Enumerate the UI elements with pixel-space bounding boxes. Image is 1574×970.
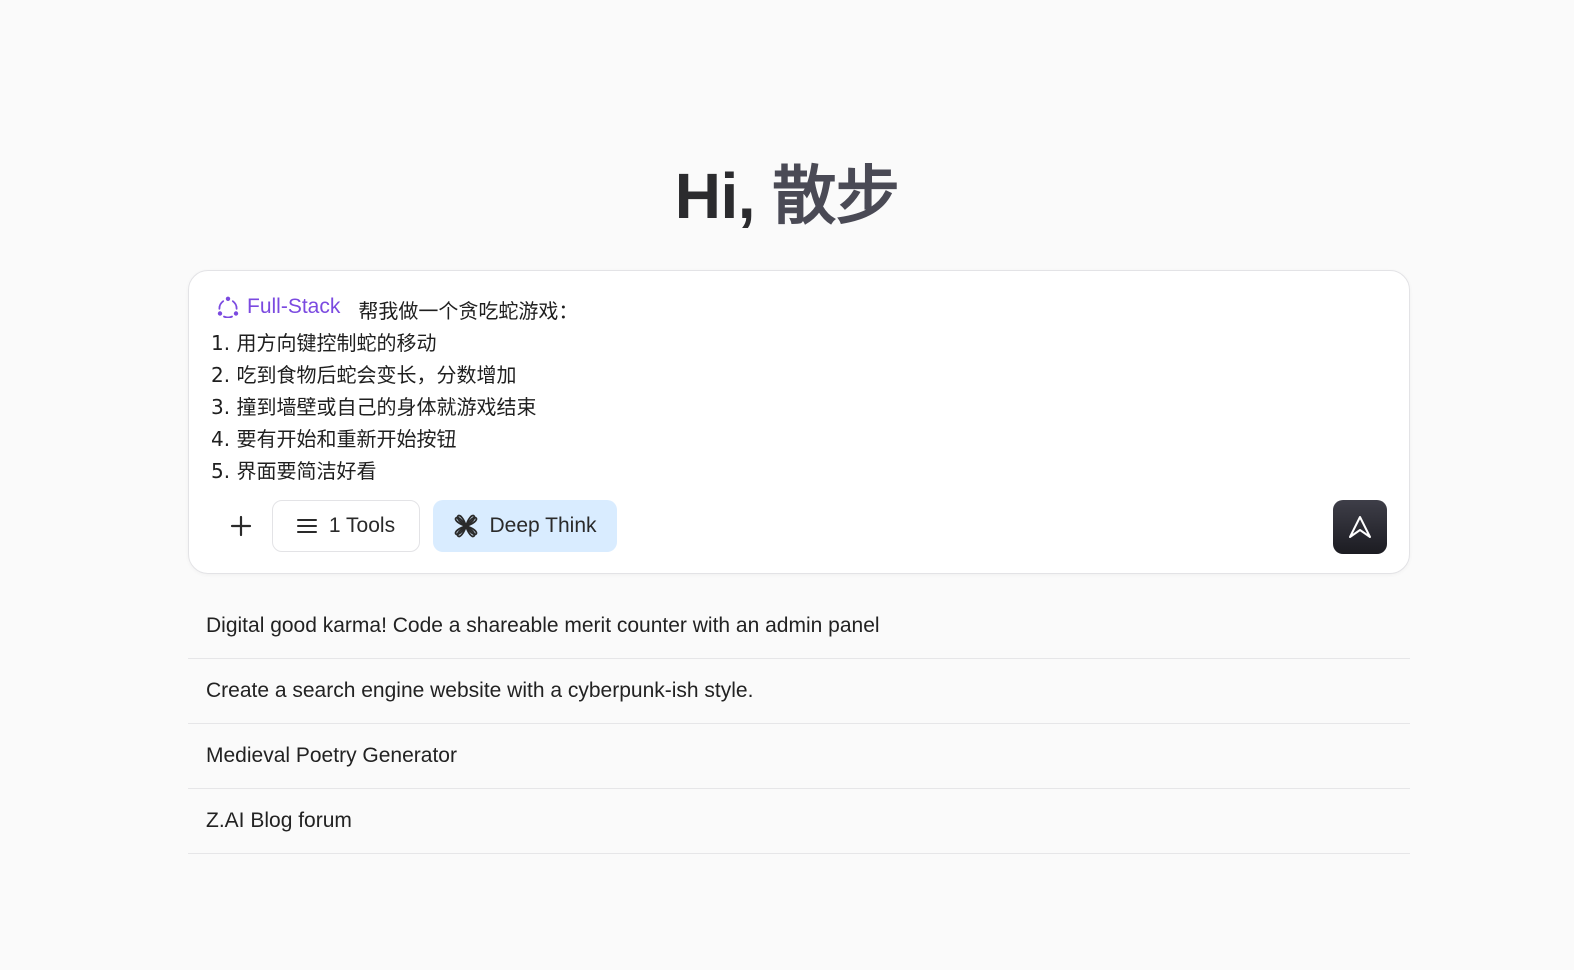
tools-button[interactable]: 1 Tools xyxy=(272,500,420,552)
prompt-line-4: 4. 要有开始和重新开始按钮 xyxy=(211,427,457,451)
greeting-title: Hi, 散步 xyxy=(0,158,1574,234)
tools-button-label: 1 Tools xyxy=(328,514,396,537)
suggestion-item[interactable]: Medieval Poetry Generator xyxy=(188,724,1410,789)
prompt-line-1: 1. 用方向键控制蛇的移动 xyxy=(211,331,437,355)
prompt-line-2: 2. 吃到食物后蛇会变长，分数增加 xyxy=(211,363,517,387)
mode-tag[interactable]: Full-Stack xyxy=(217,291,340,323)
suggestion-list: Digital good karma! Code a shareable mer… xyxy=(188,594,1410,854)
prompt-line-3: 3. 撞到墙壁或自己的身体就游戏结束 xyxy=(211,395,537,419)
add-button[interactable] xyxy=(215,500,267,552)
suggestion-item[interactable]: Create a search engine website with a cy… xyxy=(188,659,1410,724)
suggestion-item[interactable]: Z.AI Blog forum xyxy=(188,789,1410,854)
greeting-hi: Hi, xyxy=(674,160,756,232)
prompt-input[interactable]: Full-Stack 帮我做一个贪吃蛇游戏： 1. 用方向键控制蛇的移动 2. … xyxy=(211,291,1387,487)
deep-think-button-label: Deep Think xyxy=(489,514,597,537)
prompt-composer[interactable]: Full-Stack 帮我做一个贪吃蛇游戏： 1. 用方向键控制蛇的移动 2. … xyxy=(188,270,1410,574)
prompt-line-5: 5. 界面要简洁好看 xyxy=(211,459,377,483)
menu-icon xyxy=(296,519,317,533)
send-button[interactable] xyxy=(1333,500,1387,554)
send-arrow-icon xyxy=(1349,516,1371,538)
suggestion-item[interactable]: Digital good karma! Code a shareable mer… xyxy=(188,594,1410,659)
deep-think-icon xyxy=(455,514,478,538)
deep-think-button[interactable]: Deep Think xyxy=(433,500,617,552)
composer-toolbar: 1 Tools Deep Think xyxy=(211,500,1387,554)
plus-icon xyxy=(230,515,252,537)
prompt-first-line: Full-Stack 帮我做一个贪吃蛇游戏： xyxy=(211,291,1387,327)
prompt-line-0: 帮我做一个贪吃蛇游戏： xyxy=(358,299,579,323)
mode-tag-label: Full-Stack xyxy=(247,295,341,318)
full-stack-icon xyxy=(217,296,239,318)
page: Hi, 散步 Full-Stack 帮我做一个贪吃蛇游戏： 1. 用方向键控制蛇… xyxy=(0,0,1574,970)
greeting-user-name: 散步 xyxy=(772,160,900,232)
